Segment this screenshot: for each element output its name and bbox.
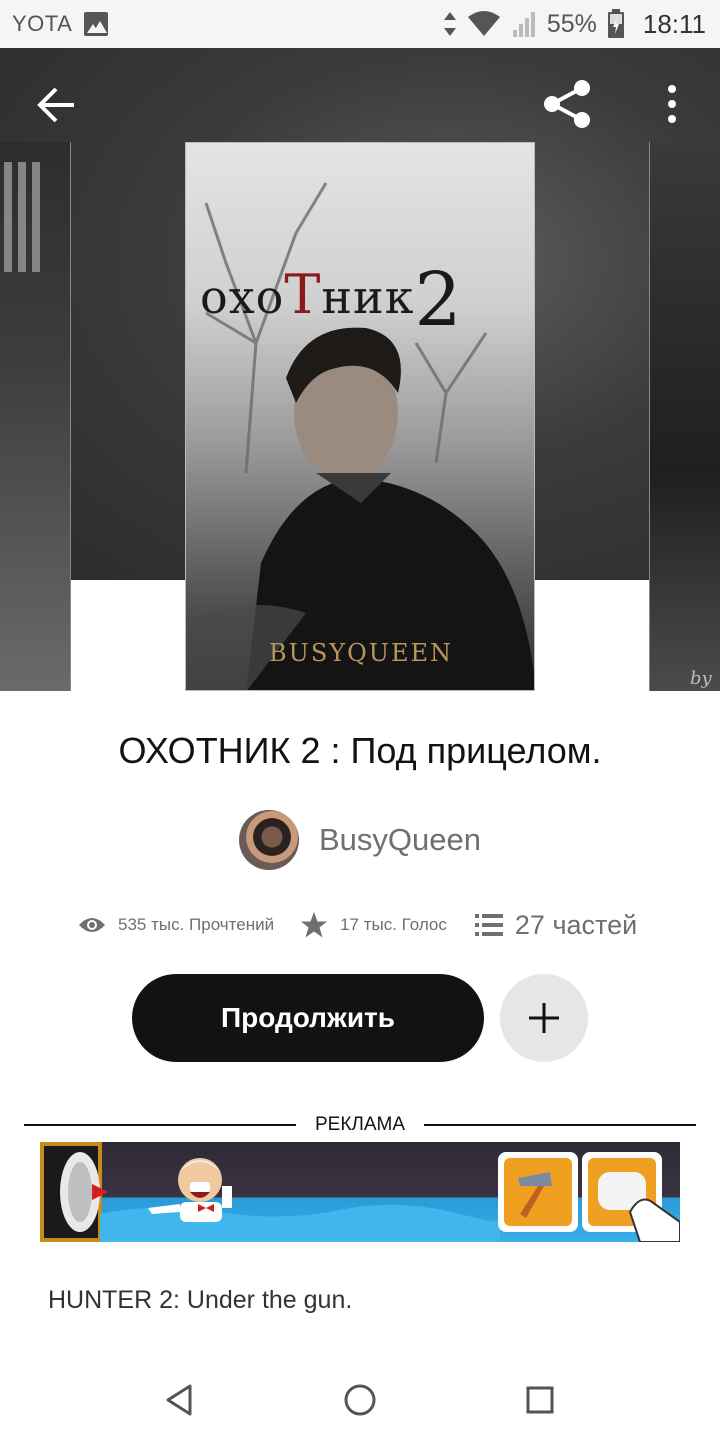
book-title: ОХОТНИК 2 : Под прицелом. [118,730,602,771]
list-icon [474,914,503,936]
data-arrows-icon [443,12,456,36]
author-name[interactable]: BusyQueen [319,822,481,858]
back-arrow-icon[interactable] [32,83,80,127]
carrier-name: YOTA [12,11,73,36]
avatar[interactable] [239,810,299,870]
previous-book-cover[interactable] [0,142,71,691]
parts-stat[interactable]: 27 частей [474,910,637,941]
nav-home-icon[interactable] [340,1380,380,1420]
next-book-cover[interactable] [649,142,720,691]
ad-artwork [40,1142,680,1242]
add-to-library-button[interactable] [500,974,588,1062]
gallery-icon [84,12,108,36]
nav-recent-icon[interactable] [520,1380,560,1420]
cover-title-accent: Т [284,263,322,326]
votes-stat: 17 тыс. Голос [300,911,447,939]
signal-icon [512,12,535,37]
status-icons: 55% 18:11 [443,8,706,40]
ad-banner[interactable] [40,1142,680,1242]
ad-divider-right [424,1124,696,1126]
votes-count: 17 тыс. Голос [340,915,447,934]
share-icon[interactable] [540,78,596,130]
clock: 18:11 [642,8,706,39]
plus-icon [529,1003,559,1033]
book-description: HUNTER 2: Under the gun. [48,1286,353,1314]
continue-reading-button[interactable]: Продолжить [132,974,484,1062]
cover-title-part1: охо [200,270,285,324]
cover-title: охоТник2 [200,245,463,343]
status-bar: YOTA 55% 18:11 [0,0,720,48]
nav-back-icon[interactable] [160,1380,200,1420]
cover-artwork [186,182,534,690]
star-icon [301,912,328,938]
reads-count: 535 тыс. Прочтений [118,915,275,934]
battery-percent: 55% [546,9,597,38]
book-stats: 535 тыс. Прочтений 17 тыс. Голос 27 част… [78,905,637,945]
cover-author: BUSYQUEEN [268,639,454,667]
cover-title-number: 2 [414,257,463,343]
author-row[interactable]: BusyQueen [239,810,481,870]
cover-title-fragment [4,162,44,272]
reads-stat: 535 тыс. Прочтений [78,915,274,935]
book-cover[interactable]: охоТник2 BUSYQUEEN [185,142,535,691]
more-vert-icon[interactable] [656,82,688,126]
next-cover-signature: by [690,668,712,689]
battery-icon [607,9,624,38]
navigation-bar [0,1360,720,1440]
ad-label-row: РЕКЛАМА [24,1112,696,1138]
parts-count[interactable]: 27 частей [515,910,637,941]
eye-icon [79,918,105,932]
cover-title-part2: ник [321,270,415,324]
wifi-icon [467,11,500,36]
